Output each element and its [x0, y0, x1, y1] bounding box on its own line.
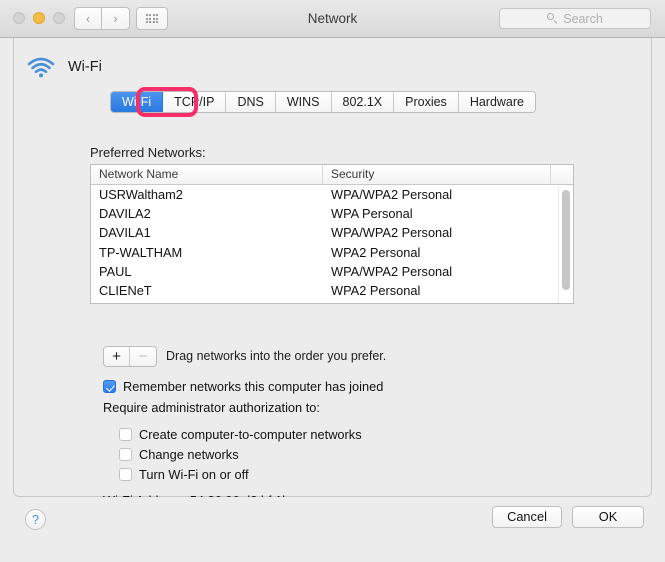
cell-network-name: DAVILA1 [99, 225, 151, 241]
table-row[interactable]: TP-WALTHAM WPA2 Personal [91, 243, 573, 262]
tab-wins[interactable]: WINS [275, 92, 332, 112]
table-header-row: Network Name Security [91, 165, 573, 185]
change-networks-label: Change networks [139, 447, 239, 462]
column-header-security[interactable]: Security [323, 165, 551, 184]
remove-network-button[interactable]: − [130, 347, 156, 366]
turn-wifi-on-off-checkbox[interactable] [119, 468, 132, 481]
table-row[interactable]: DAVILA1 WPA/WPA2 Personal [91, 223, 573, 242]
remember-networks-label: Remember networks this computer has join… [123, 379, 384, 394]
service-header: Wi-Fi [26, 56, 102, 78]
scrollbar-thumb[interactable] [562, 190, 570, 290]
tab-wifi[interactable]: Wi-Fi [111, 92, 164, 112]
remember-networks-checkbox[interactable] [103, 380, 116, 393]
column-header-spacer [551, 165, 573, 184]
search-input[interactable]: Search [499, 8, 651, 29]
tab-tcpip[interactable]: TCP/IP [163, 92, 227, 112]
help-button[interactable]: ? [25, 509, 46, 530]
add-network-button[interactable]: + [104, 347, 130, 366]
remember-networks-row[interactable]: Remember networks this computer has join… [103, 379, 383, 394]
search-icon [547, 13, 558, 24]
search-placeholder: Search [563, 11, 603, 26]
cell-network-name: DAVILA2 [99, 206, 151, 222]
column-header-network-name[interactable]: Network Name [91, 165, 323, 184]
drag-order-hint: Drag networks into the order you prefer. [166, 349, 387, 363]
cancel-button[interactable]: Cancel [492, 506, 562, 528]
cell-network-name: USRWaltham2 [99, 187, 183, 203]
turn-wifi-on-off-label: Turn Wi-Fi on or off [139, 467, 249, 482]
service-name: Wi-Fi [68, 59, 102, 75]
cell-network-name: TP-WALTHAM [99, 244, 183, 260]
admin-auth-row-change[interactable]: Change networks [119, 447, 239, 462]
cell-network-name: CLIENeT [99, 283, 152, 299]
table-row[interactable]: USRWaltham2 WPA/WPA2 Personal [91, 185, 573, 204]
wifi-icon [27, 57, 55, 78]
create-networks-checkbox[interactable] [119, 428, 132, 441]
cell-security: WPA2 Personal [331, 283, 421, 299]
admin-auth-row-create[interactable]: Create computer-to-computer networks [119, 427, 362, 442]
admin-auth-label: Require administrator authorization to: [103, 400, 320, 415]
table-row[interactable]: PAUL WPA/WPA2 Personal [91, 262, 573, 281]
ok-button[interactable]: OK [572, 506, 644, 528]
cell-security: WPA/WPA2 Personal [331, 187, 453, 203]
admin-auth-row-toggle-wifi[interactable]: Turn Wi-Fi on or off [119, 467, 249, 482]
tab-proxies[interactable]: Proxies [394, 92, 459, 112]
table-vertical-scrollbar[interactable] [558, 186, 572, 303]
cell-security: WPA/WPA2 Personal [331, 225, 453, 241]
preferred-networks-table[interactable]: Network Name Security USRWaltham2 WPA/WP… [90, 164, 574, 304]
table-row[interactable]: CLIENeT WPA2 Personal [91, 281, 573, 300]
table-row[interactable]: DAVILA2 WPA Personal [91, 204, 573, 223]
settings-tabs: Wi-Fi TCP/IP DNS WINS 802.1X Proxies Har… [110, 91, 536, 113]
cell-security: WPA Personal [331, 206, 413, 222]
change-networks-checkbox[interactable] [119, 448, 132, 461]
cell-security: WPA2 Personal [331, 244, 421, 260]
tab-8021x[interactable]: 802.1X [331, 92, 395, 112]
network-settings-sheet: Wi-Fi Wi-Fi TCP/IP DNS WINS 802.1X Proxi… [13, 38, 652, 508]
preferred-networks-label: Preferred Networks: [90, 145, 206, 160]
cell-network-name: PAUL [99, 263, 132, 279]
window-titlebar: ‹ › Network Search [0, 0, 665, 38]
cell-security: WPA/WPA2 Personal [331, 263, 453, 279]
sheet-footer: ? Cancel OK [13, 497, 652, 548]
table-body: USRWaltham2 WPA/WPA2 Personal DAVILA2 WP… [91, 185, 573, 300]
add-remove-network-controls: + − [103, 346, 157, 367]
create-networks-label: Create computer-to-computer networks [139, 427, 362, 442]
tab-dns[interactable]: DNS [226, 92, 276, 112]
network-preferences-window: ‹ › Network Search Wi-Fi Wi-Fi TCP/IP DN… [0, 0, 665, 562]
tab-hardware[interactable]: Hardware [458, 92, 535, 112]
